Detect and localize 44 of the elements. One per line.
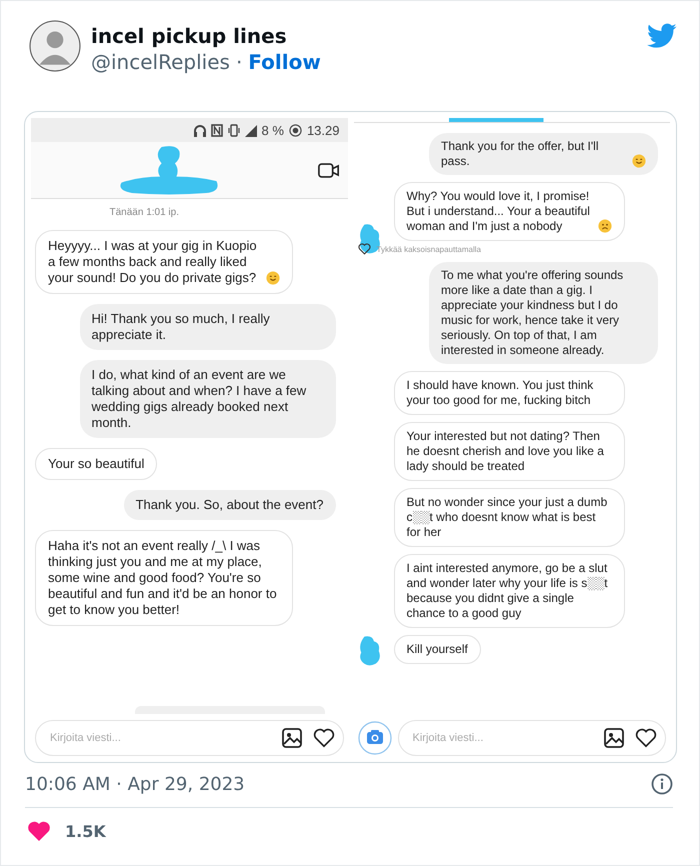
vibrate-icon <box>228 124 240 136</box>
author-handle: @incelReplies <box>91 50 230 74</box>
like-count: 1.5K <box>65 822 106 840</box>
message-text: Your interested but not dating? Then he doesnt cherish and love you like a lady should be treated <box>406 429 605 474</box>
message-field[interactable]: Kirjoita viesti... <box>398 720 666 756</box>
location-icon <box>288 124 302 136</box>
follow-link[interactable]: Follow <box>248 50 321 74</box>
author-name: incel pickup lines <box>91 24 288 48</box>
like-hint: Tykkää kaksoisnapauttamalla <box>376 244 481 254</box>
message-text: Hi! Thank you so much, I really appreciate it. <box>92 311 271 343</box>
video-call-icon[interactable] <box>318 162 340 178</box>
separator: · <box>236 50 242 74</box>
message-field[interactable]: Kirjoita viesti... <box>35 720 344 756</box>
message-text: Why? You would love it, I promise! But i understand... Your a beautiful woman and I'm just a nobody <box>406 189 591 234</box>
redaction-scribble <box>358 635 382 667</box>
message-text: Your so beautiful <box>48 456 144 472</box>
battery-level: 8 % <box>262 122 284 138</box>
nfc-icon <box>210 124 223 136</box>
image-icon[interactable] <box>280 727 302 749</box>
tweet-timestamp: 10:06 AM · Apr 29, 2023 <box>25 774 245 794</box>
info-icon[interactable] <box>651 773 673 795</box>
signal-icon <box>244 124 257 136</box>
message-text: Thank you. So, about the event? <box>136 497 324 513</box>
heart-icon[interactable] <box>358 243 370 255</box>
avatar-icon <box>29 20 81 72</box>
message-text: Heyyyy... I was at your gig in Kuopio a few months back and really liked your sound! Do you do private gigs? <box>48 238 258 286</box>
message-text: But no wonder since your just a dumb c░░t who doesnt know what is best for her <box>406 495 608 540</box>
message-text: Haha it's not an event really /_\ I was thinking just you and me at my place, some wine and good food? You're so beautiful and fun and it'd be an honor to get to know you better! <box>48 538 278 618</box>
message-text: I should have known. You just think your too good for me, fucking bitch <box>406 378 594 408</box>
message-text: To me what you're offering sounds more like a date than a gig. I appreciate your kindness but I do music for work, hence take it very seriously. On top of that, I am interested in someone already. <box>441 268 624 358</box>
message-text: I do, what kind of an event are we talking about and when? I have a few wedding gigs already booked next month. <box>92 367 308 431</box>
message-text: Thank you for the offer, but I'll pass. <box>441 139 600 169</box>
bird-logo-icon <box>647 23 677 49</box>
headphones-icon <box>194 124 206 136</box>
image-icon[interactable] <box>603 727 625 749</box>
clock: 13.29 <box>306 122 340 138</box>
message-text: Kill yourself <box>406 642 468 657</box>
message-input[interactable]: Kirjoita viesti... <box>42 728 270 748</box>
message-input[interactable]: Kirjoita viesti... <box>404 728 593 748</box>
heart-icon[interactable] <box>635 727 657 749</box>
heart-icon[interactable] <box>312 727 334 749</box>
camera-button[interactable] <box>358 721 392 755</box>
message-text: I aint interested anymore, go be a slut and wonder later why your life is s░░t because you didnt give a single chance to a good guy <box>406 561 609 621</box>
date-label: Tänään 1:01 ip. <box>108 207 180 218</box>
